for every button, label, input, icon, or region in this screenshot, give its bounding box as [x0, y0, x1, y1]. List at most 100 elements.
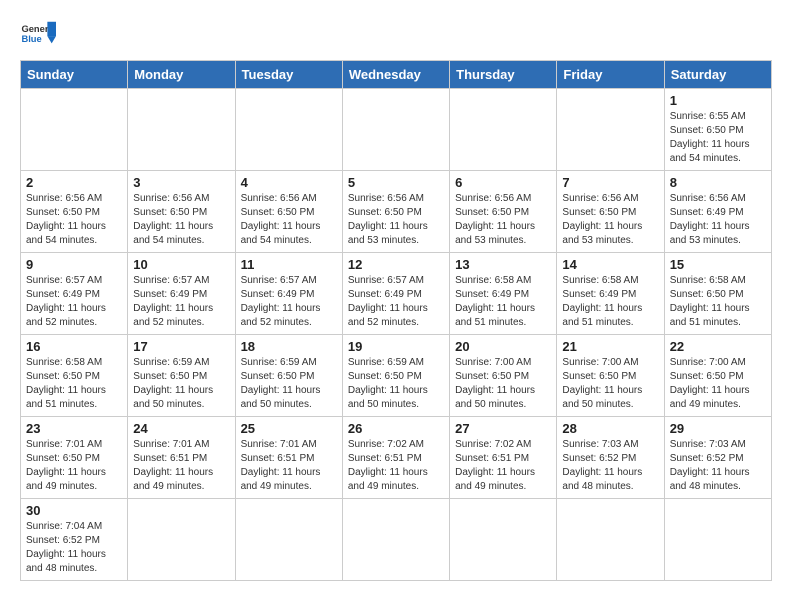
calendar-table: SundayMondayTuesdayWednesdayThursdayFrid…: [20, 60, 772, 581]
calendar-day-cell: 12 Sunrise: 6:57 AM Sunset: 6:49 PM Dayli…: [342, 253, 449, 335]
calendar-day-cell: [557, 499, 664, 581]
day-info: Sunrise: 6:56 AM Sunset: 6:50 PM Dayligh…: [241, 192, 337, 248]
day-number: 8: [670, 175, 766, 190]
calendar-day-cell: 30Sunrise: 7:04 AM Sunset: 6:52 PM Dayli…: [21, 499, 128, 581]
day-info: Sunrise: 6:55 AM Sunset: 6:50 PM Dayligh…: [670, 110, 766, 166]
day-info: Sunrise: 7:00 AM Sunset: 6:50 PM Dayligh…: [455, 356, 551, 412]
calendar-week-row: 2 Sunrise: 6:56 AM Sunset: 6:50 PM Daylig…: [21, 171, 772, 253]
day-info: Sunrise: 6:57 AM Sunset: 6:49 PM Dayligh…: [26, 274, 122, 330]
day-info: Sunrise: 6:56 AM Sunset: 6:50 PM Dayligh…: [348, 192, 444, 248]
calendar-day-cell: 29 Sunrise: 7:03 AM Sunset: 6:52 PM Dayli…: [664, 417, 771, 499]
day-info: Sunrise: 6:58 AM Sunset: 6:49 PM Dayligh…: [562, 274, 658, 330]
day-number: 27: [455, 421, 551, 436]
day-number: 25: [241, 421, 337, 436]
calendar-day-header: Friday: [557, 61, 664, 89]
day-number: 29: [670, 421, 766, 436]
calendar-day-cell: [235, 499, 342, 581]
calendar-day-cell: 14 Sunrise: 6:58 AM Sunset: 6:49 PM Dayli…: [557, 253, 664, 335]
day-number: 28: [562, 421, 658, 436]
day-number: 9: [26, 257, 122, 272]
calendar-day-cell: 17 Sunrise: 6:59 AM Sunset: 6:50 PM Dayli…: [128, 335, 235, 417]
day-info: Sunrise: 6:56 AM Sunset: 6:49 PM Dayligh…: [670, 192, 766, 248]
day-info: Sunrise: 6:58 AM Sunset: 6:50 PM Dayligh…: [26, 356, 122, 412]
calendar-week-row: 30Sunrise: 7:04 AM Sunset: 6:52 PM Dayli…: [21, 499, 772, 581]
calendar-day-cell: 7 Sunrise: 6:56 AM Sunset: 6:50 PM Daylig…: [557, 171, 664, 253]
day-number: 22: [670, 339, 766, 354]
svg-text:Blue: Blue: [21, 34, 41, 44]
calendar-header-row: SundayMondayTuesdayWednesdayThursdayFrid…: [21, 61, 772, 89]
day-info: Sunrise: 6:57 AM Sunset: 6:49 PM Dayligh…: [133, 274, 229, 330]
day-number: 17: [133, 339, 229, 354]
day-number: 19: [348, 339, 444, 354]
calendar-week-row: 9 Sunrise: 6:57 AM Sunset: 6:49 PM Daylig…: [21, 253, 772, 335]
day-number: 7: [562, 175, 658, 190]
day-number: 20: [455, 339, 551, 354]
day-info: Sunrise: 7:00 AM Sunset: 6:50 PM Dayligh…: [670, 356, 766, 412]
calendar-week-row: 23 Sunrise: 7:01 AM Sunset: 6:50 PM Dayli…: [21, 417, 772, 499]
day-number: 12: [348, 257, 444, 272]
calendar-day-header: Tuesday: [235, 61, 342, 89]
day-number: 3: [133, 175, 229, 190]
calendar-day-cell: 10 Sunrise: 6:57 AM Sunset: 6:49 PM Dayli…: [128, 253, 235, 335]
day-info: Sunrise: 6:58 AM Sunset: 6:50 PM Dayligh…: [670, 274, 766, 330]
calendar-day-cell: [342, 499, 449, 581]
day-number: 14: [562, 257, 658, 272]
calendar-day-cell: 27 Sunrise: 7:02 AM Sunset: 6:51 PM Dayli…: [450, 417, 557, 499]
day-info: Sunrise: 6:59 AM Sunset: 6:50 PM Dayligh…: [241, 356, 337, 412]
calendar-day-cell: 19Sunrise: 6:59 AM Sunset: 6:50 PM Dayli…: [342, 335, 449, 417]
logo-icon: General Blue: [20, 16, 56, 52]
calendar-day-cell: 15Sunrise: 6:58 AM Sunset: 6:50 PM Dayli…: [664, 253, 771, 335]
day-info: Sunrise: 6:56 AM Sunset: 6:50 PM Dayligh…: [562, 192, 658, 248]
calendar-day-cell: 11 Sunrise: 6:57 AM Sunset: 6:49 PM Dayli…: [235, 253, 342, 335]
day-info: Sunrise: 6:59 AM Sunset: 6:50 PM Dayligh…: [133, 356, 229, 412]
calendar-week-row: 1Sunrise: 6:55 AM Sunset: 6:50 PM Daylig…: [21, 89, 772, 171]
calendar-day-cell: 9 Sunrise: 6:57 AM Sunset: 6:49 PM Daylig…: [21, 253, 128, 335]
calendar-day-cell: 16 Sunrise: 6:58 AM Sunset: 6:50 PM Dayli…: [21, 335, 128, 417]
day-number: 6: [455, 175, 551, 190]
day-info: Sunrise: 6:58 AM Sunset: 6:49 PM Dayligh…: [455, 274, 551, 330]
day-info: Sunrise: 6:57 AM Sunset: 6:49 PM Dayligh…: [241, 274, 337, 330]
day-info: Sunrise: 7:03 AM Sunset: 6:52 PM Dayligh…: [670, 438, 766, 494]
calendar-day-cell: 2Sunrise: 6:56 AM Sunset: 6:50 PM Daylig…: [21, 171, 128, 253]
calendar-day-cell: 24Sunrise: 7:01 AM Sunset: 6:51 PM Dayli…: [128, 417, 235, 499]
calendar-day-cell: 28Sunrise: 7:03 AM Sunset: 6:52 PM Dayli…: [557, 417, 664, 499]
calendar-day-cell: [342, 89, 449, 171]
day-info: Sunrise: 7:02 AM Sunset: 6:51 PM Dayligh…: [455, 438, 551, 494]
logo: General Blue: [20, 16, 56, 52]
day-number: 30: [26, 503, 122, 518]
day-number: 10: [133, 257, 229, 272]
day-number: 18: [241, 339, 337, 354]
day-number: 23: [26, 421, 122, 436]
day-number: 11: [241, 257, 337, 272]
calendar-day-cell: 25 Sunrise: 7:01 AM Sunset: 6:51 PM Dayli…: [235, 417, 342, 499]
day-number: 13: [455, 257, 551, 272]
day-number: 16: [26, 339, 122, 354]
day-number: 24: [133, 421, 229, 436]
calendar-day-cell: [450, 89, 557, 171]
day-number: 2: [26, 175, 122, 190]
day-info: Sunrise: 7:01 AM Sunset: 6:50 PM Dayligh…: [26, 438, 122, 494]
calendar-day-cell: 5Sunrise: 6:56 AM Sunset: 6:50 PM Daylig…: [342, 171, 449, 253]
page-header: General Blue: [20, 16, 772, 52]
day-info: Sunrise: 7:00 AM Sunset: 6:50 PM Dayligh…: [562, 356, 658, 412]
day-number: 21: [562, 339, 658, 354]
calendar-day-cell: [235, 89, 342, 171]
calendar-day-cell: 3 Sunrise: 6:56 AM Sunset: 6:50 PM Daylig…: [128, 171, 235, 253]
calendar-day-cell: 18 Sunrise: 6:59 AM Sunset: 6:50 PM Dayli…: [235, 335, 342, 417]
calendar-day-cell: 4 Sunrise: 6:56 AM Sunset: 6:50 PM Daylig…: [235, 171, 342, 253]
calendar-day-cell: [128, 499, 235, 581]
day-number: 4: [241, 175, 337, 190]
calendar-day-cell: [21, 89, 128, 171]
day-info: Sunrise: 7:01 AM Sunset: 6:51 PM Dayligh…: [241, 438, 337, 494]
calendar-day-cell: 8 Sunrise: 6:56 AM Sunset: 6:49 PM Daylig…: [664, 171, 771, 253]
calendar-day-cell: 23 Sunrise: 7:01 AM Sunset: 6:50 PM Dayli…: [21, 417, 128, 499]
day-info: Sunrise: 6:56 AM Sunset: 6:50 PM Dayligh…: [133, 192, 229, 248]
calendar-day-header: Saturday: [664, 61, 771, 89]
calendar-day-header: Wednesday: [342, 61, 449, 89]
calendar-day-cell: 1Sunrise: 6:55 AM Sunset: 6:50 PM Daylig…: [664, 89, 771, 171]
calendar-day-cell: [664, 499, 771, 581]
calendar-day-cell: 13 Sunrise: 6:58 AM Sunset: 6:49 PM Dayli…: [450, 253, 557, 335]
day-info: Sunrise: 6:57 AM Sunset: 6:49 PM Dayligh…: [348, 274, 444, 330]
calendar-day-header: Sunday: [21, 61, 128, 89]
calendar-day-cell: 22 Sunrise: 7:00 AM Sunset: 6:50 PM Dayli…: [664, 335, 771, 417]
